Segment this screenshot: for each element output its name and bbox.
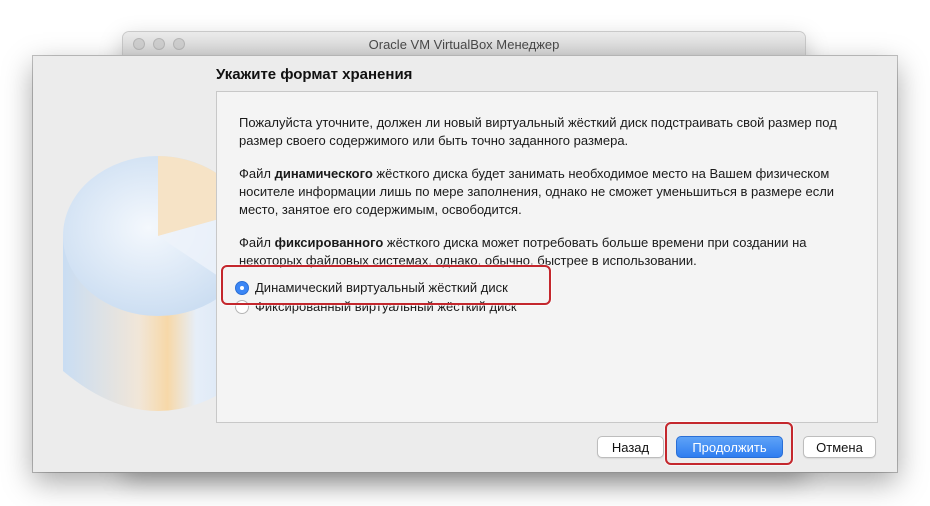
back-button[interactable]: Назад <box>597 436 664 458</box>
fixed-desc-bold: фиксированного <box>274 235 384 250</box>
intro-text: Пожалуйста уточните, должен ли новый вир… <box>239 115 837 148</box>
continue-button-highlight <box>665 422 793 465</box>
dynamic-desc-bold: динамического <box>274 166 373 181</box>
title-bar: Oracle VM VirtualBox Менеджер <box>123 32 805 57</box>
content-panel: Пожалуйста уточните, должен ли новый вир… <box>216 91 878 423</box>
fixed-desc-prefix: Файл <box>239 235 275 250</box>
dialog-heading: Укажите формат хранения <box>216 66 413 83</box>
cancel-button[interactable]: Отмена <box>803 436 876 458</box>
storage-format-dialog: Укажите формат хранения Пожалуйста уточн… <box>33 56 897 472</box>
dynamic-desc-prefix: Файл <box>239 166 275 181</box>
window-title: Oracle VM VirtualBox Менеджер <box>368 37 560 52</box>
dynamic-description: Файл динамического жёсткого диска будет … <box>239 165 859 219</box>
dynamic-option-highlight <box>221 265 551 305</box>
